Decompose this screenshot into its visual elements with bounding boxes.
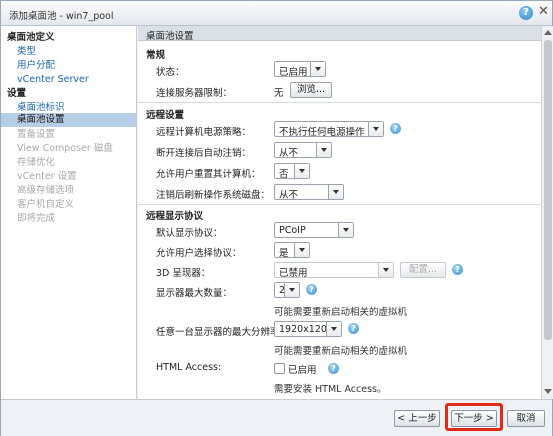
- sidebar-heading-pool-definition: 桌面池定义: [7, 32, 55, 43]
- browse-button[interactable]: 浏览...: [290, 82, 332, 98]
- max-resolution-select[interactable]: 1920x1200: [274, 321, 342, 337]
- 3d-renderer-help-icon[interactable]: ?: [452, 264, 463, 275]
- dropdown-arrow-icon: [378, 263, 393, 277]
- max-resolution-label: 任意一台显示器的最大分辨率：: [156, 327, 290, 338]
- html-access-help-icon[interactable]: ?: [328, 363, 339, 374]
- section-divider: [138, 102, 541, 103]
- dropdown-arrow-icon: [294, 164, 309, 178]
- auto-logoff-label: 断开连接后自动注销：: [156, 148, 252, 159]
- html-access-checkbox[interactable]: [274, 363, 285, 374]
- settings-panel: 桌面池设置 常规 状态： 已启用 连接服务器限制： 无 浏览... 远程设置 远…: [138, 26, 541, 399]
- html-access-note: 需要安装 HTML Access。: [274, 384, 387, 395]
- power-policy-help-icon[interactable]: ?: [390, 123, 401, 134]
- max-monitors-label: 显示器最大数量：: [156, 288, 233, 299]
- refresh-disk-label: 注销后刷新操作系统磁盘：: [156, 190, 271, 201]
- configure-button: 配置...: [400, 262, 446, 278]
- state-select[interactable]: 已启用: [274, 61, 326, 78]
- max-resolution-value: 1920x1200: [279, 324, 333, 335]
- back-button[interactable]: < 上一步: [394, 410, 440, 427]
- max-resolution-help-icon[interactable]: ?: [348, 323, 359, 334]
- sidebar-item-advanced-storage: 高级存储选项: [17, 185, 75, 196]
- sidebar-item-type[interactable]: 类型: [17, 45, 36, 58]
- allow-protocol-choice-label: 允许用户选择协议：: [156, 248, 242, 259]
- scroll-up-icon[interactable]: [544, 30, 552, 35]
- connection-restriction-value: 无: [274, 88, 284, 99]
- help-icon[interactable]: ?: [519, 6, 533, 20]
- 3d-renderer-value: 已禁用: [279, 268, 308, 279]
- close-icon[interactable]: ✕: [538, 5, 550, 19]
- 3d-renderer-select[interactable]: 已禁用: [274, 262, 394, 279]
- allow-reset-select[interactable]: 否: [274, 163, 310, 180]
- section-remote-title: 远程设置: [146, 110, 185, 121]
- dropdown-arrow-icon: [326, 322, 341, 336]
- dialog-window: 添加桌面池 - win7_pool ? ✕ 桌面池定义 类型 用户分配 vCen…: [0, 0, 553, 436]
- sidebar-item-vcenter-settings: vCenter 设置: [17, 171, 77, 182]
- allow-protocol-choice-value: 是: [279, 248, 289, 259]
- dropdown-arrow-icon: [284, 283, 299, 297]
- allow-reset-label: 允许用户重置其计算机：: [156, 169, 261, 180]
- 3d-renderer-label: 3D 呈现器：: [156, 268, 211, 279]
- sidebar-item-vcenter-server[interactable]: vCenter Server: [17, 73, 89, 86]
- allow-reset-value: 否: [279, 169, 289, 180]
- vertical-scrollbar[interactable]: [541, 26, 553, 399]
- dropdown-arrow-icon: [368, 122, 383, 136]
- state-label: 状态：: [156, 67, 185, 78]
- next-button-highlight: [445, 403, 503, 431]
- window-title: 添加桌面池 - win7_pool: [9, 11, 114, 22]
- panel-title: 桌面池设置: [146, 31, 194, 42]
- sidebar-item-ready-to-complete: 即将完成: [17, 213, 56, 224]
- dropdown-arrow-icon: [328, 185, 343, 199]
- default-protocol-value: PCoIP: [279, 225, 306, 236]
- panel-header: 桌面池设置: [138, 26, 541, 42]
- sidebar-heading-settings: 设置: [7, 88, 27, 99]
- max-monitors-select[interactable]: 2: [274, 282, 300, 298]
- max-resolution-note: 可能需要重新启动相关的虚拟机: [274, 346, 408, 357]
- max-monitors-note: 可能需要重新启动相关的虚拟机: [274, 307, 408, 318]
- section-general-title: 常规: [146, 50, 166, 61]
- scroll-thumb[interactable]: [544, 40, 552, 340]
- dropdown-arrow-icon: [316, 143, 331, 157]
- power-policy-label: 远程计算机电源策略：: [156, 127, 252, 138]
- refresh-disk-value: 从不: [279, 190, 299, 201]
- section-divider: [138, 204, 541, 205]
- dropdown-arrow-icon: [310, 62, 325, 76]
- default-protocol-label: 默认显示协议：: [156, 228, 223, 239]
- sidebar-item-provisioning-settings: 置备设置: [17, 129, 56, 140]
- sidebar-item-user-assignment[interactable]: 用户分配: [17, 59, 55, 72]
- connection-restriction-label: 连接服务器限制：: [156, 88, 233, 99]
- default-protocol-select[interactable]: PCoIP: [274, 222, 354, 238]
- html-access-label: HTML Access:: [156, 362, 222, 373]
- wizard-sidebar: 桌面池定义 类型 用户分配 vCenter Server 设置 桌面池标识 桌面…: [1, 26, 137, 399]
- allow-protocol-choice-select[interactable]: 是: [274, 242, 310, 259]
- sidebar-item-guest-customization: 客户机自定义: [17, 199, 75, 210]
- state-value: 已启用: [279, 67, 308, 78]
- sidebar-item-storage-optimization: 存储优化: [17, 157, 56, 168]
- scroll-down-icon[interactable]: [544, 389, 552, 394]
- auto-logoff-select[interactable]: 从不: [274, 142, 332, 159]
- sidebar-item-view-composer-disks: View Composer 磁盘: [17, 143, 113, 154]
- power-policy-select[interactable]: 不执行任何电源操作: [274, 121, 384, 138]
- power-policy-value: 不执行任何电源操作: [279, 127, 365, 138]
- max-monitors-help-icon[interactable]: ?: [306, 284, 317, 295]
- html-access-checkbox-label: 已启用: [288, 365, 317, 376]
- dropdown-arrow-icon: [294, 243, 309, 257]
- section-display-title: 远程显示协议: [146, 211, 204, 222]
- sidebar-item-pool-settings[interactable]: 桌面池设置: [1, 113, 136, 127]
- title-bar: 添加桌面池 - win7_pool ? ✕: [1, 1, 552, 26]
- auto-logoff-value: 从不: [279, 148, 299, 159]
- refresh-disk-select[interactable]: 从不: [274, 184, 344, 201]
- cancel-button[interactable]: 取消: [507, 410, 545, 427]
- dropdown-arrow-icon: [338, 223, 353, 237]
